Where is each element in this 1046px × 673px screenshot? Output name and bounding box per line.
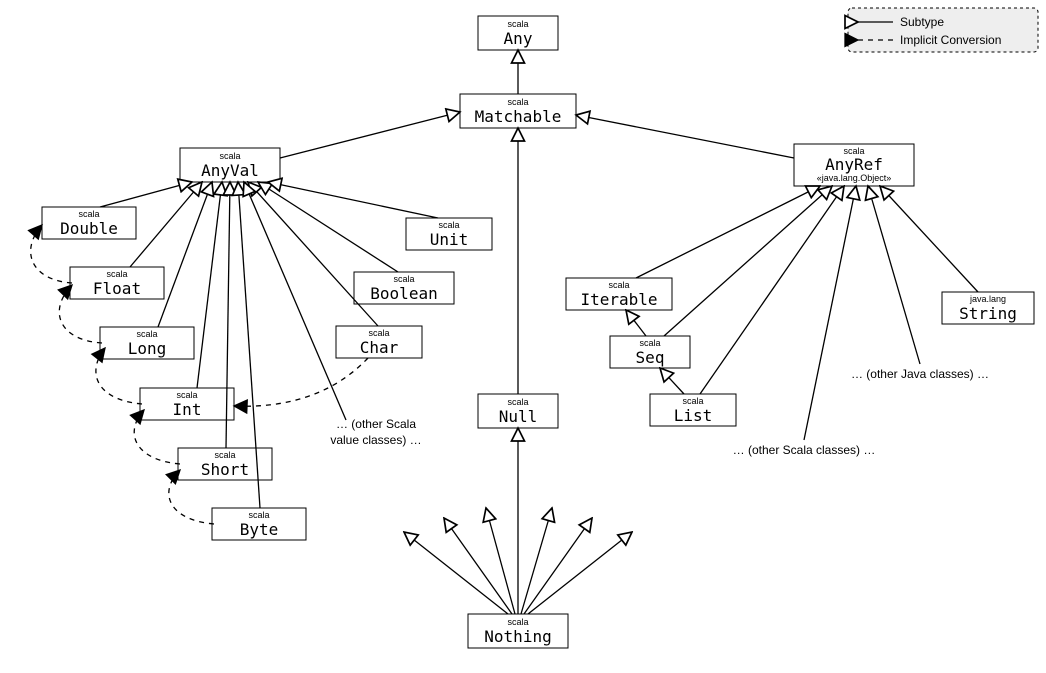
note-other-java: … (other Java classes) …: [851, 367, 989, 381]
node-matchable: scala Matchable: [460, 94, 576, 128]
svg-text:scala: scala: [214, 450, 235, 460]
node-list: scala List: [650, 394, 736, 426]
node-int: scala Int: [140, 388, 234, 420]
svg-text:scala: scala: [106, 269, 127, 279]
svg-text:scala: scala: [219, 151, 240, 161]
svg-text:scala: scala: [248, 510, 269, 520]
svg-text:Int: Int: [173, 400, 202, 419]
svg-text:Float: Float: [93, 279, 141, 298]
svg-text:scala: scala: [507, 617, 528, 627]
svg-text:Nothing: Nothing: [484, 627, 551, 646]
svg-text:List: List: [674, 406, 713, 425]
svg-text:scala: scala: [608, 280, 629, 290]
svg-text:scala: scala: [438, 220, 459, 230]
note-other-value2: value classes) …: [330, 433, 421, 447]
svg-text:Unit: Unit: [430, 230, 469, 249]
node-boolean: scala Boolean: [354, 272, 454, 304]
legend-subtype: Subtype: [900, 15, 944, 29]
svg-text:AnyVal: AnyVal: [201, 161, 259, 180]
svg-text:Null: Null: [499, 407, 538, 426]
svg-text:«java.lang.Object»: «java.lang.Object»: [817, 173, 892, 183]
node-char: scala Char: [336, 326, 422, 358]
svg-text:java.lang: java.lang: [969, 294, 1006, 304]
legend: Subtype Implicit Conversion: [848, 8, 1038, 52]
node-seq: scala Seq: [610, 336, 690, 368]
svg-text:scala: scala: [78, 209, 99, 219]
svg-text:Iterable: Iterable: [580, 290, 657, 309]
svg-text:scala: scala: [176, 390, 197, 400]
svg-text:scala: scala: [393, 274, 414, 284]
svg-text:scala: scala: [368, 328, 389, 338]
svg-text:Boolean: Boolean: [370, 284, 437, 303]
svg-text:Double: Double: [60, 219, 118, 238]
svg-text:AnyRef: AnyRef: [825, 155, 883, 174]
svg-text:Seq: Seq: [636, 348, 665, 367]
node-iterable: scala Iterable: [566, 278, 672, 310]
type-hierarchy-diagram: Subtype Implicit Conversion scala Any sc…: [0, 0, 1046, 673]
legend-implicit: Implicit Conversion: [900, 33, 1001, 47]
node-long: scala Long: [100, 327, 194, 359]
svg-text:Byte: Byte: [240, 520, 279, 539]
svg-text:scala: scala: [136, 329, 157, 339]
svg-text:scala: scala: [507, 19, 528, 29]
svg-text:scala: scala: [639, 338, 660, 348]
note-other-value: … (other Scala: [336, 417, 416, 431]
svg-text:scala: scala: [507, 397, 528, 407]
node-float: scala Float: [70, 267, 164, 299]
svg-text:scala: scala: [507, 97, 528, 107]
node-byte: scala Byte: [212, 508, 306, 540]
svg-text:String: String: [959, 304, 1017, 323]
svg-text:Long: Long: [128, 339, 167, 358]
svg-text:scala: scala: [682, 396, 703, 406]
svg-text:Char: Char: [360, 338, 399, 357]
node-double: scala Double: [42, 207, 136, 239]
node-null: scala Null: [478, 394, 558, 428]
node-anyref: scala AnyRef «java.lang.Object»: [794, 144, 914, 186]
node-anyval: scala AnyVal: [180, 148, 280, 182]
node-nothing: scala Nothing: [468, 614, 568, 648]
node-any: scala Any: [478, 16, 558, 50]
node-unit: scala Unit: [406, 218, 492, 250]
svg-text:Short: Short: [201, 460, 249, 479]
node-string: java.lang String: [942, 292, 1034, 324]
svg-text:Any: Any: [504, 29, 533, 48]
svg-text:Matchable: Matchable: [475, 107, 562, 126]
note-other-scala: … (other Scala classes) …: [733, 443, 876, 457]
